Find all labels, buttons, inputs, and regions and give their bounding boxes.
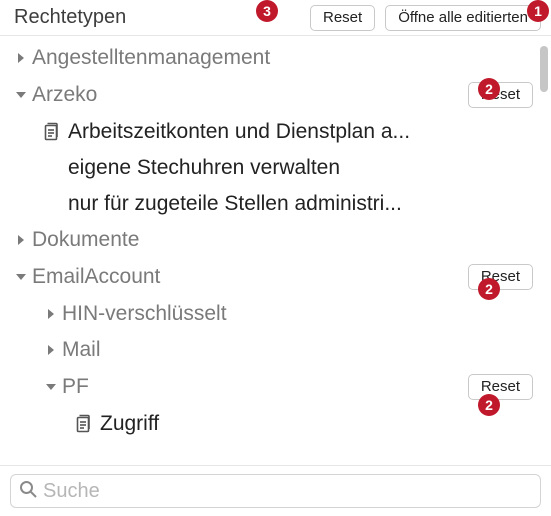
tree-group-label: HIN-verschlüsselt — [62, 302, 533, 326]
tree-item[interactable]: Zugriff — [0, 406, 533, 442]
tree-group-label: Arzeko — [32, 83, 460, 107]
tree-group-dokumente[interactable]: Dokumente — [0, 222, 533, 258]
reset-group-button[interactable]: Reset — [468, 82, 533, 108]
tree-item[interactable]: nur für zugeteile Stellen administri... — [0, 186, 533, 222]
chevron-down-icon — [10, 90, 32, 100]
chevron-right-icon — [10, 52, 32, 64]
reset-group-button[interactable]: Reset — [468, 264, 533, 290]
document-icon — [72, 414, 94, 434]
search-field[interactable] — [10, 474, 541, 508]
tree-group-mail[interactable]: Mail — [0, 332, 533, 368]
tree-item[interactable]: Arbeitszeitkonten und Dienstplan a... — [0, 114, 533, 150]
scrollbar-thumb[interactable] — [540, 46, 548, 92]
chevron-down-icon — [40, 382, 62, 392]
tree: Angestelltenmanagement Arzeko Reset Arbe… — [0, 36, 551, 466]
tree-item[interactable]: eigene Stechuhren verwalten — [0, 150, 533, 186]
page-title: Rechtetypen — [14, 6, 126, 29]
reset-group-button[interactable]: Reset — [468, 374, 533, 400]
chevron-down-icon — [10, 272, 32, 282]
document-icon — [40, 122, 62, 142]
tree-item-label: Zugriff — [100, 412, 533, 436]
tree-group-hin[interactable]: HIN-verschlüsselt — [0, 296, 533, 332]
tree-group-label: Dokumente — [32, 228, 533, 252]
tree-group-angestellten[interactable]: Angestelltenmanagement — [0, 40, 533, 76]
tree-item-label: nur für zugeteile Stellen administri... — [68, 192, 533, 216]
tree-group-pf[interactable]: PF Reset — [0, 368, 533, 406]
chevron-right-icon — [40, 344, 62, 356]
tree-group-label: EmailAccount — [32, 265, 460, 289]
search-input[interactable] — [43, 480, 532, 503]
search-icon — [19, 480, 37, 503]
tree-item-label: Arbeitszeitkonten und Dienstplan a... — [68, 120, 533, 144]
open-all-edited-button[interactable]: Öffne alle editierten — [385, 5, 541, 31]
tree-item-label: eigene Stechuhren verwalten — [68, 156, 533, 180]
header: Rechtetypen Reset Öffne alle editierten — [0, 0, 551, 36]
tree-group-arzeko[interactable]: Arzeko Reset — [0, 76, 533, 114]
search-container — [0, 466, 551, 516]
reset-all-button[interactable]: Reset — [310, 5, 375, 31]
tree-group-label: PF — [62, 375, 460, 399]
tree-group-label: Angestelltenmanagement — [32, 46, 533, 70]
tree-group-emailaccount[interactable]: EmailAccount Reset — [0, 258, 533, 296]
tree-group-label: Mail — [62, 338, 533, 362]
chevron-right-icon — [40, 308, 62, 320]
chevron-right-icon — [10, 234, 32, 246]
